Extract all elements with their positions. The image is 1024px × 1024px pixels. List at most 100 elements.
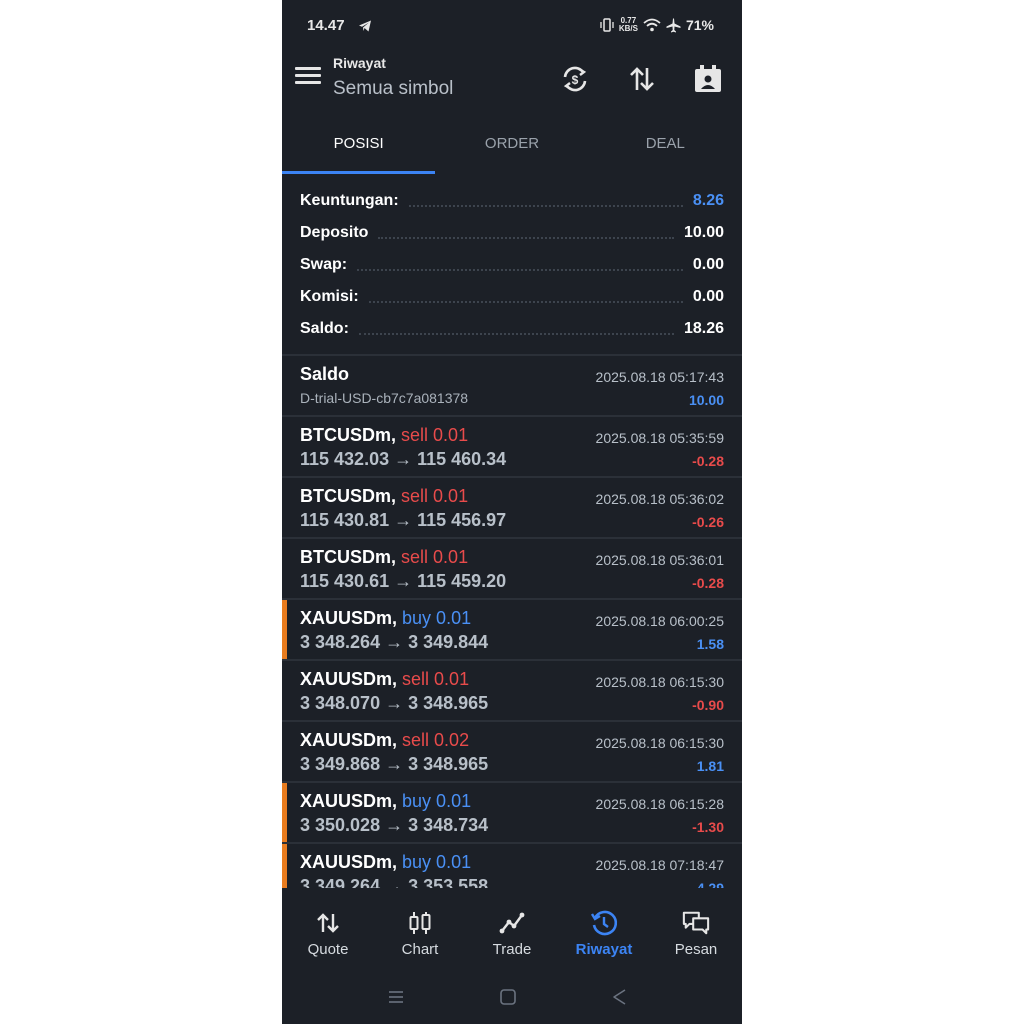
status-time: 14.47 xyxy=(307,17,345,34)
summary-row-swap: Swap: 0.00 xyxy=(300,256,724,273)
back-icon[interactable] xyxy=(610,987,630,1007)
deal-time: 2025.08.18 05:36:02 xyxy=(595,491,724,507)
quote-arrows-icon xyxy=(314,910,342,936)
deal-symbol: XAUUSDm, xyxy=(300,791,398,811)
summary-row-balance: Saldo: 18.26 xyxy=(300,320,724,337)
deal-prices: 115 432.03 → 115 460.34 xyxy=(300,449,507,469)
battery-level: 71% xyxy=(685,17,714,33)
commission-value: 0.00 xyxy=(692,288,724,305)
telegram-icon xyxy=(359,20,371,32)
recent-apps-icon[interactable] xyxy=(386,987,406,1007)
nav-trade[interactable]: Trade xyxy=(466,888,558,970)
profit-value: 8.26 xyxy=(692,192,724,209)
deal-side: sell 0.02 xyxy=(402,730,470,750)
deal-symbol: XAUUSDm, xyxy=(300,852,398,872)
status-icons: 0.77 KB/S 71% xyxy=(600,17,714,33)
entry-amount: 10.00 xyxy=(688,392,724,408)
symbol-filter[interactable]: Semua simbol xyxy=(333,78,453,100)
buy-marker xyxy=(282,600,287,659)
deal-time: 2025.08.18 05:36:01 xyxy=(595,552,724,568)
deal-row[interactable]: XAUUSDm, sell 0.02 3 349.868 → 3 348.965… xyxy=(282,722,742,783)
deal-prices: 115 430.61 → 115 459.20 xyxy=(300,571,507,591)
deal-row[interactable]: XAUUSDm, buy 0.01 3 348.264 → 3 349.844 … xyxy=(282,600,742,661)
bottom-nav: Quote Chart Trade Riwayat Pesan xyxy=(282,888,742,970)
phone-screen: 14.47 0.77 KB/S 71% Riwayat Semua simbol… xyxy=(282,0,742,1024)
deal-symbol: XAUUSDm, xyxy=(300,730,398,750)
deal-side: sell 0.01 xyxy=(401,547,469,567)
deal-row[interactable]: BTCUSDm, sell 0.01 115 430.81 → 115 456.… xyxy=(282,478,742,539)
entry-time: 2025.08.18 05:17:43 xyxy=(595,369,724,385)
account-id: D-trial-USD-cb7c7a081378 xyxy=(300,390,469,406)
balance-entry-title: Saldo xyxy=(300,364,350,384)
deal-profit: -0.28 xyxy=(692,453,724,469)
nav-riwayat[interactable]: Riwayat xyxy=(558,888,650,970)
deal-prices: 3 350.028 → 3 348.734 xyxy=(300,815,489,835)
deal-profit: -0.90 xyxy=(692,697,724,713)
status-bar: 14.47 0.77 KB/S 71% xyxy=(282,0,742,52)
vibrate-icon xyxy=(600,18,614,32)
deal-row[interactable]: XAUUSDm, sell 0.01 3 348.070 → 3 348.965… xyxy=(282,661,742,722)
deal-prices: 3 349.868 → 3 348.965 xyxy=(300,754,489,774)
wifi-icon xyxy=(643,18,661,32)
deal-time: 2025.08.18 06:15:28 xyxy=(595,796,724,812)
balance-entry[interactable]: Saldo D-trial-USD-cb7c7a081378 2025.08.1… xyxy=(282,356,742,417)
deal-row[interactable]: BTCUSDm, sell 0.01 115 430.61 → 115 459.… xyxy=(282,539,742,600)
candlestick-icon xyxy=(406,910,434,936)
currency-exchange-icon: $ xyxy=(563,66,587,92)
deal-prices: 115 430.81 → 115 456.97 xyxy=(300,510,507,530)
network-speed: 0.77 KB/S xyxy=(618,16,638,33)
deal-profit: 4.29 xyxy=(696,880,724,888)
deal-side: buy 0.01 xyxy=(402,608,472,628)
tab-order[interactable]: ORDER xyxy=(435,118,588,174)
deal-symbol: XAUUSDm, xyxy=(300,608,398,628)
deal-row[interactable]: XAUUSDm, buy 0.01 3 350.028 → 3 348.734 … xyxy=(282,783,742,844)
deal-side: sell 0.01 xyxy=(401,425,469,445)
system-nav-bar xyxy=(282,970,742,1024)
deal-time: 2025.08.18 06:00:25 xyxy=(595,613,724,629)
chat-bubbles-icon xyxy=(682,910,710,936)
menu-icon[interactable] xyxy=(295,67,321,89)
calendar-button[interactable] xyxy=(690,61,726,97)
deal-time: 2025.08.18 06:15:30 xyxy=(595,674,724,690)
deal-symbol: BTCUSDm, xyxy=(300,486,397,506)
deal-side: buy 0.01 xyxy=(402,852,472,872)
deal-time: 2025.08.18 07:18:47 xyxy=(595,857,724,873)
deal-profit: 1.81 xyxy=(696,758,724,774)
summary-row-profit: Keuntungan: 8.26 xyxy=(300,192,724,209)
summary-row-deposit: Deposito 10.00 xyxy=(300,224,724,241)
balance-value: 18.26 xyxy=(683,320,724,337)
deal-prices: 3 349.264 → 3 353.558 xyxy=(300,876,489,888)
home-icon[interactable] xyxy=(498,987,518,1007)
deal-side: sell 0.01 xyxy=(402,669,470,689)
deal-profit: 1.58 xyxy=(696,636,724,652)
history-list[interactable]: Saldo D-trial-USD-cb7c7a081378 2025.08.1… xyxy=(282,356,742,888)
airplane-icon xyxy=(666,18,681,32)
calendar-icon xyxy=(695,65,721,92)
nav-chart[interactable]: Chart xyxy=(374,888,466,970)
deal-symbol: XAUUSDm, xyxy=(300,669,398,689)
deal-side: buy 0.01 xyxy=(402,791,472,811)
currency-exchange-button[interactable]: $ xyxy=(557,61,593,97)
buy-marker xyxy=(282,844,287,888)
nav-quote[interactable]: Quote xyxy=(282,888,374,970)
tab-bar: POSISI ORDER DEAL xyxy=(282,118,742,174)
sort-arrows-icon xyxy=(630,67,654,91)
deal-symbol: BTCUSDm, xyxy=(300,425,397,445)
deal-prices: 3 348.070 → 3 348.965 xyxy=(300,693,489,713)
buy-marker xyxy=(282,783,287,842)
deal-side: sell 0.01 xyxy=(401,486,469,506)
app-header: Riwayat Semua simbol $ xyxy=(282,52,742,112)
tab-posisi[interactable]: POSISI xyxy=(282,118,436,174)
deal-profit: -0.28 xyxy=(692,575,724,591)
deal-profit: -1.30 xyxy=(692,819,724,835)
deal-row[interactable]: BTCUSDm, sell 0.01 115 432.03 → 115 460.… xyxy=(282,417,742,478)
deposit-value: 10.00 xyxy=(683,224,724,241)
deal-symbol: BTCUSDm, xyxy=(300,547,397,567)
deal-time: 2025.08.18 05:35:59 xyxy=(595,430,724,446)
tab-deal[interactable]: DEAL xyxy=(589,118,742,174)
nav-pesan[interactable]: Pesan xyxy=(650,888,742,970)
deal-row[interactable]: XAUUSDm, buy 0.01 3 349.264 → 3 353.558 … xyxy=(282,844,742,888)
page-title: Riwayat xyxy=(333,55,386,71)
sort-button[interactable] xyxy=(624,61,660,97)
summary-row-commission: Komisi: 0.00 xyxy=(300,288,724,305)
